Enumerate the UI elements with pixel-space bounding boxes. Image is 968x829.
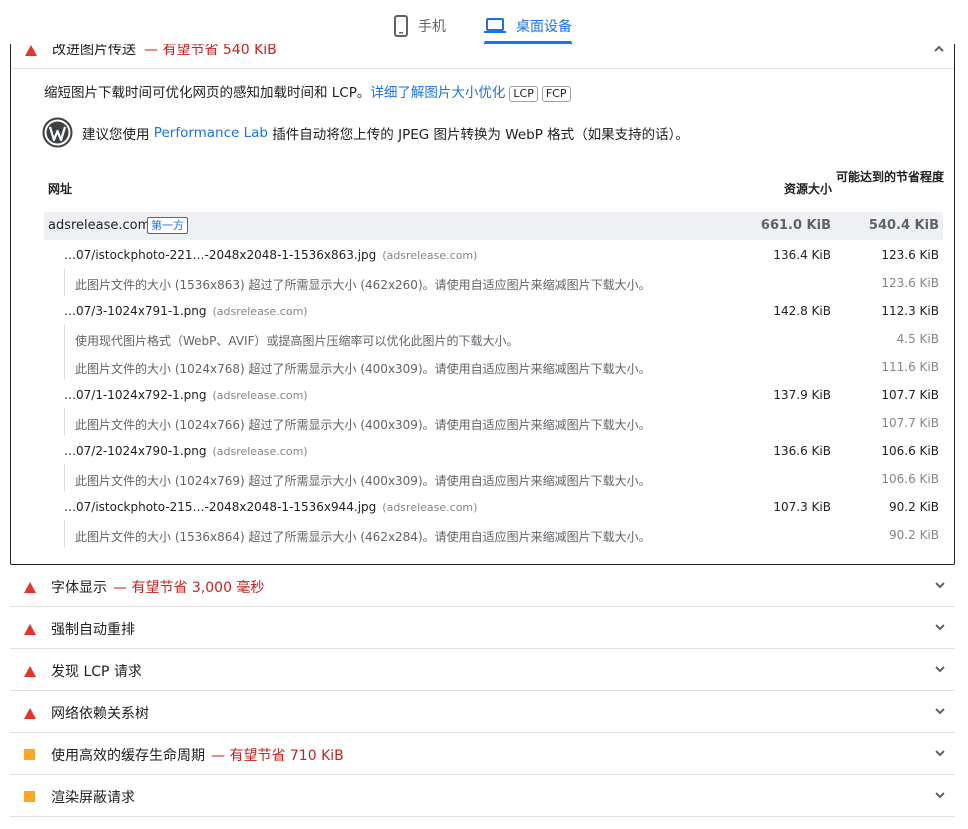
- resource-size: 136.6 KiB: [773, 444, 831, 458]
- table-subrow: 此图片文件的大小 (1536x864) 超过了所需显示大小 (462x284)。…: [44, 520, 943, 548]
- audit-item-forced-reflow[interactable]: 强制自动重排: [10, 607, 955, 649]
- chevron-down-icon[interactable]: [933, 787, 947, 806]
- audit-item-render-blocking[interactable]: 渲染屏蔽请求: [10, 775, 955, 817]
- audit-item-title: 渲染屏蔽请求: [51, 790, 135, 806]
- triangle-fail-icon: [24, 704, 36, 723]
- subrow-savings: 106.6 KiB: [881, 472, 939, 486]
- table-subrow: 此图片文件的大小 (1024x766) 超过了所需显示大小 (400x309)。…: [44, 408, 943, 436]
- table-group-row: adsrelease.com 第一方 661.0 KiB 540.4 KiB: [44, 212, 943, 240]
- subrow-savings: 111.6 KiB: [881, 360, 939, 374]
- tab-mobile[interactable]: 手机: [394, 8, 446, 44]
- resource-savings: 123.6 KiB: [881, 248, 939, 262]
- resource-size: 137.9 KiB: [773, 388, 831, 402]
- chevron-down-icon[interactable]: [933, 745, 947, 764]
- tab-desktop[interactable]: 桌面设备: [484, 8, 572, 44]
- first-party-badge: 第一方: [147, 217, 188, 234]
- col-header-savings: 可能达到的节省程度: [835, 170, 944, 184]
- audit-item-title: 字体显示 — 有望节省 3,000 毫秒: [51, 580, 265, 596]
- tab-mobile-label: 手机: [418, 19, 446, 35]
- audit-item-title: 发现 LCP 请求: [51, 664, 142, 680]
- resource-savings: 107.7 KiB: [881, 388, 939, 402]
- audit-description: 缩短图片下载时间可优化网页的感知加载时间和 LCP。详细了解图片大小优化 LCP F…: [44, 81, 571, 102]
- subrow-message: 此图片文件的大小 (1024x768) 超过了所需显示大小 (400x309)。…: [75, 362, 651, 376]
- table-row: …07/2-1024x790-1.png (adsrelease.com) 136…: [44, 436, 943, 464]
- group-size: 661.0 KiB: [760, 218, 831, 233]
- subrow-message: 此图片文件的大小 (1536x864) 超过了所需显示大小 (462x284)。…: [75, 530, 651, 544]
- audit-item-cache-lifetime[interactable]: 使用高效的缓存生命周期 — 有望节省 710 KiB: [10, 733, 955, 775]
- group-savings: 540.4 KiB: [868, 218, 939, 233]
- table-subrow: 此图片文件的大小 (1024x769) 超过了所需显示大小 (400x309)。…: [44, 464, 943, 492]
- table-subrow: 此图片文件的大小 (1024x768) 超过了所需显示大小 (400x309)。…: [44, 352, 943, 380]
- tip-suffix: 插件自动将您上传的 JPEG 图片转换为 WebP 格式（如果支持的话）。: [272, 126, 689, 143]
- resource-url[interactable]: …07/istockphoto-215…-2048x2048-1-1536x94…: [64, 500, 477, 514]
- audit-item-font-display[interactable]: 字体显示 — 有望节省 3,000 毫秒: [10, 565, 955, 607]
- resource-domain: (adsrelease.com): [212, 305, 308, 318]
- subrow-savings: 90.2 KiB: [889, 528, 939, 542]
- table-row: …07/istockphoto-215…-2048x2048-1-1536x94…: [44, 492, 943, 520]
- chevron-down-icon[interactable]: [933, 703, 947, 722]
- table-row: …07/3-1024x791-1.png (adsrelease.com) 142…: [44, 296, 943, 324]
- description-text: 缩短图片下载时间可优化网页的感知加载时间和 LCP。: [44, 85, 371, 101]
- learn-more-link[interactable]: 详细了解图片大小优化: [370, 85, 505, 101]
- tip-prefix: 建议您使用: [82, 126, 150, 143]
- chevron-down-icon[interactable]: [933, 577, 947, 596]
- audit-item-network-tree[interactable]: 网络依赖关系树: [10, 691, 955, 733]
- resource-url[interactable]: …07/1-1024x792-1.png (adsrelease.com): [64, 388, 308, 402]
- chevron-down-icon[interactable]: [933, 619, 947, 638]
- chevron-down-icon[interactable]: [933, 661, 947, 680]
- triangle-fail-icon: [24, 662, 36, 681]
- resource-savings: 90.2 KiB: [889, 500, 939, 514]
- resource-url[interactable]: …07/istockphoto-221…-2048x2048-1-1536x86…: [64, 248, 477, 262]
- table-body: …07/istockphoto-221…-2048x2048-1-1536x86…: [44, 240, 943, 548]
- resource-size: 136.4 KiB: [773, 248, 831, 262]
- subrow-message: 使用现代图片格式（WebP、AVIF）或提高图片压缩率可以优化此图片的下载大小。: [75, 334, 519, 348]
- tab-desktop-label: 桌面设备: [516, 19, 572, 35]
- resource-domain: (adsrelease.com): [382, 501, 478, 514]
- table-row: …07/1-1024x792-1.png (adsrelease.com) 137…: [44, 380, 943, 408]
- group-name: adsrelease.com: [48, 218, 151, 233]
- wordpress-icon: [42, 117, 73, 148]
- resource-savings: 106.6 KiB: [881, 444, 939, 458]
- table-subrow: 使用现代图片格式（WebP、AVIF）或提高图片压缩率可以优化此图片的下载大小。…: [44, 324, 943, 352]
- resource-savings: 112.3 KiB: [881, 304, 939, 318]
- table-header: 网址 资源大小 可能达到的节省程度: [44, 167, 944, 209]
- performance-lab-link[interactable]: Performance Lab: [154, 125, 268, 141]
- device-tabs: 手机 桌面设备: [0, 0, 968, 44]
- audit-panel-image-delivery: 改进图片传送 — 有望节省 540 KiB 缩短图片下载时间可优化网页的感知加载…: [10, 34, 955, 565]
- resource-domain: (adsrelease.com): [212, 389, 308, 402]
- audit-item-savings: — 有望节省 3,000 毫秒: [113, 580, 265, 596]
- table-subrow: 此图片文件的大小 (1536x863) 超过了所需显示大小 (462x260)。…: [44, 268, 943, 296]
- metric-tag-fcp: FCP: [541, 86, 571, 102]
- subrow-savings: 123.6 KiB: [881, 276, 939, 290]
- square-average-icon: [24, 788, 36, 807]
- triangle-fail-icon: [24, 578, 36, 597]
- audit-list: 字体显示 — 有望节省 3,000 毫秒 强制自动重排 发现 LCP 请求 网络依…: [10, 565, 955, 817]
- resource-domain: (adsrelease.com): [382, 249, 478, 262]
- audit-item-savings: — 有望节省 710 KiB: [211, 748, 344, 764]
- laptop-icon: [484, 18, 506, 34]
- subrow-message: 此图片文件的大小 (1024x766) 超过了所需显示大小 (400x309)。…: [75, 418, 651, 432]
- stack-pack-tip: 建议您使用 Performance Lab 插件自动将您上传的 JPEG 图片转…: [42, 117, 689, 148]
- metric-tag-lcp: LCP: [509, 86, 538, 102]
- resource-size: 142.8 KiB: [773, 304, 831, 318]
- resource-url[interactable]: …07/2-1024x790-1.png (adsrelease.com): [64, 444, 308, 458]
- triangle-fail-icon: [24, 620, 36, 639]
- square-average-icon: [24, 746, 36, 765]
- phone-icon: [394, 15, 408, 37]
- subrow-savings: 4.5 KiB: [896, 332, 939, 346]
- table-row: …07/istockphoto-221…-2048x2048-1-1536x86…: [44, 240, 943, 268]
- active-tab-indicator: [484, 41, 572, 44]
- audit-item-title: 网络依赖关系树: [51, 706, 149, 722]
- audit-item-title: 使用高效的缓存生命周期 — 有望节省 710 KiB: [51, 748, 344, 764]
- resource-size: 107.3 KiB: [773, 500, 831, 514]
- subrow-message: 此图片文件的大小 (1536x863) 超过了所需显示大小 (462x260)。…: [75, 278, 651, 292]
- audit-item-lcp-discovery[interactable]: 发现 LCP 请求: [10, 649, 955, 691]
- resource-domain: (adsrelease.com): [212, 445, 308, 458]
- subrow-message: 此图片文件的大小 (1024x769) 超过了所需显示大小 (400x309)。…: [75, 474, 651, 488]
- subrow-savings: 107.7 KiB: [881, 416, 939, 430]
- audit-item-title: 强制自动重排: [51, 622, 135, 638]
- col-header-size: 资源大小: [783, 182, 832, 196]
- resource-url[interactable]: …07/3-1024x791-1.png (adsrelease.com): [64, 304, 308, 318]
- col-header-url: 网址: [48, 182, 73, 196]
